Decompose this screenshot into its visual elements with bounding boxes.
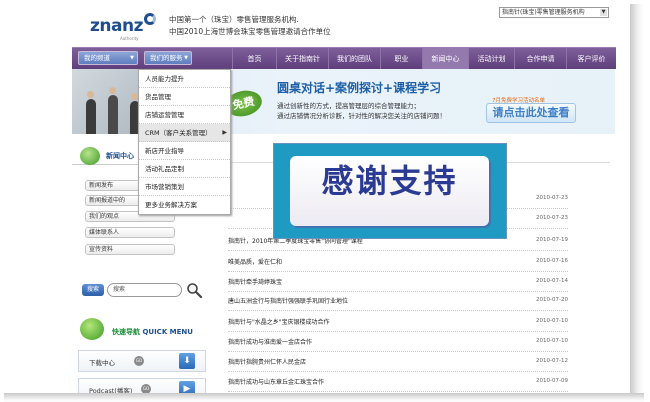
news-date: 2010-07-09: [536, 378, 568, 384]
quick-nav-icon: [80, 318, 104, 340]
nav-item-activities[interactable]: 活动计划: [468, 48, 514, 70]
globe-icon: [80, 147, 100, 165]
download-center-row[interactable]: 下载中心 GO ⬇: [78, 350, 206, 372]
news-row[interactable]: 指南针与"水晶之乡"宝庆银楼成功合作 2010-07-10: [228, 313, 568, 332]
nav-our-services-label: 我们的服务: [150, 54, 183, 62]
site-logo[interactable]: znanz Authority: [90, 12, 156, 41]
chevron-down-icon: ▼: [130, 55, 134, 61]
nav-my-channel-button[interactable]: 我的频道 ▼: [78, 51, 138, 65]
search-input[interactable]: 搜索: [107, 283, 182, 297]
main-nav: 我的频道 ▼ 我们的服务 ▼ 首页 关于指南针 我们的团队 职业 新闻中心 活动…: [72, 47, 616, 70]
dropdown-item-crm[interactable]: CRM（客户关系管理） ▶: [139, 124, 230, 142]
nav-our-services-button[interactable]: 我们的服务 ▼: [144, 51, 192, 65]
nav-item-home[interactable]: 首页: [232, 48, 276, 70]
banner-person-head: [109, 87, 116, 94]
banner-line-2: 通过店铺情况分析诊断，针对性的解决您关注的店铺问题！: [277, 112, 446, 120]
dropdown-item[interactable]: 更多业务解决方案: [139, 196, 230, 214]
site-select-value: 指南针(珠宝)零售管理服务机构: [502, 9, 585, 16]
dropdown-item[interactable]: 活动礼品定制: [139, 160, 230, 178]
news-date: 2010-07-16: [536, 258, 568, 264]
nav-item-news-center[interactable]: 新闻中心: [422, 48, 468, 70]
nav-item-reviews[interactable]: 客户评价: [566, 48, 616, 70]
news-row[interactable]: 唐山五洲金行与指南针强强联手巩固行业地位 2010-07-20: [228, 292, 568, 311]
news-title[interactable]: 唯美品质，爱在仁和: [228, 257, 282, 266]
chevron-right-icon: ▶: [222, 129, 227, 136]
website-page: znanz Authority 中国第一个（珠宝）零售管理服务机构. 中国201…: [68, 0, 616, 393]
search-icon[interactable]: [186, 282, 202, 298]
nav-item-cooperation[interactable]: 合作申请: [514, 48, 566, 70]
nav-item-careers[interactable]: 职业: [380, 48, 422, 70]
news-title[interactable]: 唐山五洲金行与指南针强强联手巩固行业地位: [228, 296, 348, 305]
news-title[interactable]: 指南针牵手琦婷珠宝: [228, 277, 282, 286]
go-icon: GO: [134, 356, 144, 366]
frame-shadow-bottom: [4, 393, 644, 402]
news-title[interactable]: 指南针指腕贵州仁怀人民金店: [228, 357, 306, 366]
news-category-item[interactable]: 媒体联系人: [85, 227, 175, 238]
logo-wordmark: znanz: [90, 16, 143, 36]
browser-frame: znanz Authority 中国第一个（珠宝）零售管理服务机构. 中国201…: [0, 0, 650, 402]
quick-nav-title-en: QUICK MENU: [142, 328, 193, 336]
banner-person-head: [131, 93, 138, 100]
banner-person: [86, 99, 96, 134]
quick-nav-title: 快速导航 QUICK MENU: [112, 327, 193, 337]
news-date: 2010-07-19: [536, 237, 568, 243]
news-title[interactable]: 指南针成功与淮南爱一金店合作: [228, 337, 312, 346]
thank-you-text: 感谢支持: [321, 162, 458, 200]
chevron-down-icon: ▼: [600, 9, 607, 16]
news-date: 2010-07-14: [536, 278, 568, 284]
logo-ring-icon: [144, 13, 156, 25]
news-title[interactable]: 指南针成功与山东章丘金汇珠宝合作: [228, 377, 324, 386]
nav-item-about[interactable]: 关于指南针: [276, 48, 328, 70]
dropdown-item[interactable]: 市场营销策划: [139, 178, 230, 196]
header-tagline-1: 中国第一个（珠宝）零售管理服务机构.: [169, 15, 299, 24]
news-row[interactable]: 指南针成功与山东章丘金汇珠宝合作 2010-07-09: [228, 373, 568, 392]
news-date: 2010-07-20: [536, 297, 568, 303]
thank-you-card: 感谢支持: [290, 156, 489, 226]
dropdown-item[interactable]: 店铺运营管理: [139, 106, 230, 124]
banner-line-1: 通过创新性的方式，提高管理层的综合管理能力；: [277, 102, 420, 110]
dropdown-item-label: CRM（客户关系管理）: [145, 129, 212, 137]
news-date: 2010-07-10: [536, 318, 568, 324]
thank-you-overlay[interactable]: 感谢支持: [273, 143, 507, 239]
news-row[interactable]: 指南针牵手琦婷珠宝 2010-07-14: [228, 273, 568, 292]
news-date: 2010-07-10: [536, 338, 568, 344]
news-row[interactable]: 指南针成功与淮南爱一金店合作 2010-07-10: [228, 333, 568, 352]
dropdown-item[interactable]: 新店开业指导: [139, 142, 230, 160]
dropdown-item[interactable]: 人员能力提升: [139, 70, 230, 88]
search-label: 搜索: [82, 284, 104, 296]
quick-nav-row-label: 下载中心: [89, 359, 115, 367]
news-row[interactable]: 唯美品质，爱在仁和 2010-07-16: [228, 253, 568, 272]
nav-item-team[interactable]: 我们的团队: [328, 48, 380, 70]
chevron-down-icon: ▼: [184, 55, 188, 61]
go-icon: GO: [141, 384, 151, 393]
news-row[interactable]: 指南针指腕贵州仁怀人民金店 2010-07-12: [228, 353, 568, 372]
quick-nav-row-label: Podcast(播客): [89, 387, 133, 393]
header-tagline-2: 中国2010上海世博会珠宝零售管理邀请合作单位: [169, 27, 331, 36]
frame-shadow-right: [630, 4, 644, 400]
news-date: 2010-07-23: [536, 195, 568, 201]
banner-person-head: [87, 91, 94, 98]
podcast-row[interactable]: Podcast(播客) GO ▶: [78, 378, 206, 393]
download-icon[interactable]: ⬇: [179, 353, 195, 369]
news-category-item[interactable]: 宣传资料: [85, 244, 175, 255]
services-dropdown-menu: 人员能力提升 货品管理 店铺运营管理 CRM（客户关系管理） ▶ 新店开业指导 …: [138, 69, 231, 215]
dropdown-item[interactable]: 货品管理: [139, 88, 230, 106]
banner-title: 圆桌对话+案例探讨+课程学习: [277, 81, 442, 95]
banner-person: [108, 95, 118, 134]
news-category-title: 新闻中心: [106, 152, 134, 160]
banner-cta-button[interactable]: 请点击此处查看: [486, 103, 576, 123]
news-date: 2010-07-12: [536, 358, 568, 364]
nav-my-channel-label: 我的频道: [84, 54, 110, 62]
news-title[interactable]: 指南针与"水晶之乡"宝庆银楼成功合作: [228, 317, 330, 326]
site-select-dropdown[interactable]: 指南针(珠宝)零售管理服务机构 ▼: [499, 7, 609, 18]
play-icon[interactable]: ▶: [179, 381, 195, 393]
quick-nav-header: 快速导航 QUICK MENU: [72, 318, 216, 342]
quick-nav-title-cn: 快速导航: [112, 328, 140, 336]
search-box: 搜索 搜索: [82, 282, 208, 299]
news-date: 2010-07-23: [536, 215, 568, 221]
logo-subtext: Authority: [120, 36, 139, 41]
